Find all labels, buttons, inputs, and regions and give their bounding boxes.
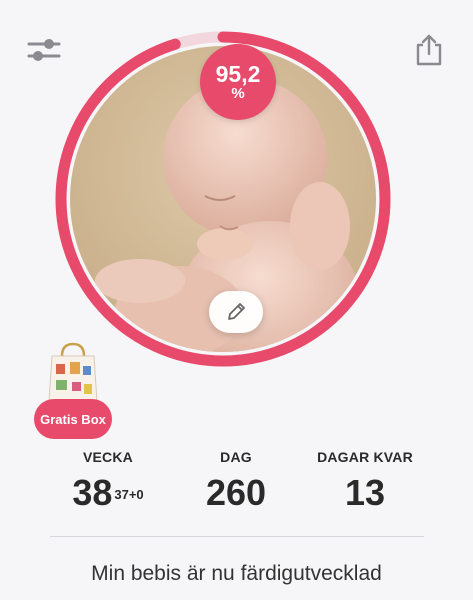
development-headline: Min bebis är nu färdigutvecklad bbox=[91, 562, 382, 585]
pencil-icon bbox=[228, 303, 245, 320]
share-icon[interactable] bbox=[409, 30, 449, 70]
gift-bag-icon[interactable] bbox=[44, 340, 102, 406]
stat-week-sub: 37+0 bbox=[114, 487, 144, 502]
stat-day: DAG 260 bbox=[166, 449, 306, 511]
stat-week-value-wrap: 38 37+0 bbox=[38, 475, 178, 511]
progress-percent-badge: 95,2 % bbox=[200, 44, 276, 120]
stat-days-left-label: DAGAR KVAR bbox=[317, 449, 413, 465]
divider bbox=[50, 536, 424, 537]
stat-week-label: VECKA bbox=[82, 449, 133, 465]
progress-value: 95,2 bbox=[215, 61, 261, 87]
stat-day-label: DAG bbox=[220, 449, 252, 465]
stat-days-left: DAGAR KVAR 13 bbox=[295, 449, 435, 511]
stat-day-value: 260 bbox=[205, 472, 267, 513]
gratis-box-button[interactable]: Gratis Box bbox=[34, 399, 112, 439]
stat-week-value: 38 bbox=[72, 472, 113, 513]
stat-days-left-value: 13 bbox=[344, 472, 386, 513]
stat-week: VECKA 38 37+0 bbox=[38, 449, 178, 511]
edit-button[interactable] bbox=[209, 291, 263, 333]
progress-unit: % bbox=[231, 85, 245, 102]
